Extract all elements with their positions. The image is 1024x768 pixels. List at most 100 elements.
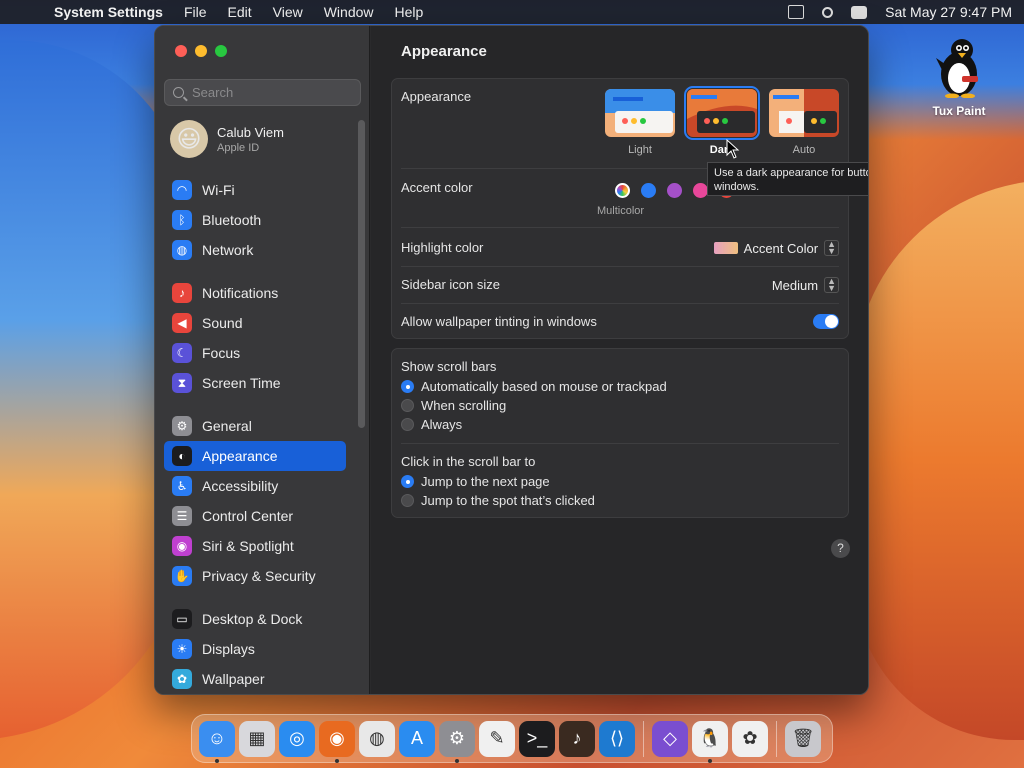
launchpad-icon[interactable]: ▦	[239, 720, 275, 757]
radio-scroll-always[interactable]: Always	[401, 417, 462, 432]
sidebar-item-label: Desktop & Dock	[202, 611, 303, 627]
sidebar-item-general[interactable]: ⚙ General	[164, 411, 346, 441]
radio-scroll-automatic[interactable]: Automatically based on mouse or trackpad	[401, 379, 667, 394]
sidebar-item-label: Bluetooth	[202, 212, 262, 228]
help-button[interactable]: ?	[831, 539, 850, 558]
sidebar-item-wallpaper[interactable]: ✿ Wallpaper	[164, 664, 346, 694]
appearance-light-option[interactable]	[605, 89, 675, 137]
radio-scroll-when-scrolling[interactable]: When scrolling	[401, 398, 506, 413]
radio-label: Jump to the spot that’s clicked	[421, 493, 595, 508]
sidebar-item-wi-fi[interactable]: ◠ Wi-Fi	[164, 175, 346, 205]
textedit-icon[interactable]: ✎	[479, 720, 515, 757]
finder-icon[interactable]: ☺	[199, 720, 235, 763]
search-input[interactable]	[192, 85, 342, 100]
sidebar-item-appearance[interactable]: ◐ Appearance	[164, 441, 346, 471]
sidebar-item-sound[interactable]: ◀ Sound	[164, 308, 346, 338]
dock-separator	[643, 720, 644, 757]
radio-jump-next-page[interactable]: Jump to the next page	[401, 474, 550, 489]
accent-pink-swatch[interactable]	[693, 183, 708, 198]
menu-window[interactable]: Window	[324, 4, 374, 20]
sidebar-icon-size-popup[interactable]: Medium ▲ ▼	[772, 277, 839, 293]
accent-purple-swatch[interactable]	[667, 183, 682, 198]
moon-icon: ☾	[172, 343, 192, 363]
control-center-icon[interactable]	[851, 5, 868, 19]
menu-bar-clock[interactable]: Sat May 27 9:47 PM	[885, 4, 1012, 20]
wallpaper-icon: ✿	[172, 669, 192, 689]
trash-icon[interactable]: 🗑	[785, 720, 821, 757]
system-settings-icon[interactable]: ⚙	[439, 720, 475, 763]
chrome-icon[interactable]: ◍	[359, 720, 395, 757]
sidebar-item-accessibility[interactable]: ♿ Accessibility	[164, 471, 346, 501]
sidebar-icon-size-value: Medium	[771, 277, 819, 293]
wallpaper-tinting-toggle[interactable]	[813, 314, 839, 329]
photos-icon[interactable]: ✿	[732, 720, 768, 757]
radio-label: Automatically based on mouse or trackpad	[421, 379, 667, 394]
sidebar-item-label: Wi-Fi	[202, 182, 235, 198]
visual-studio-icon[interactable]: ◇	[652, 720, 688, 757]
wifi-icon: ◠	[172, 180, 192, 200]
accent-blue-swatch[interactable]	[641, 183, 656, 198]
highlight-color-popup[interactable]: Accent Color ▲ ▼	[713, 240, 839, 256]
safari-icon[interactable]: ◎	[279, 720, 315, 757]
sidebar-nav: ◠ Wi-Fi ᛒ Bluetooth ◍ Network ♪ Notifications ◀ S…	[164, 175, 346, 694]
sidebar-item-label: Sound	[202, 315, 243, 331]
menu-view[interactable]: View	[273, 4, 303, 20]
sidebar-search[interactable]	[164, 79, 361, 106]
accent-multicolor-swatch[interactable]	[615, 183, 630, 198]
highlight-color-value: Accent Color	[743, 240, 819, 256]
screen-mirroring-icon[interactable]	[788, 5, 805, 19]
terminal-icon[interactable]: >_	[519, 720, 555, 757]
radio-button[interactable]	[401, 380, 414, 393]
appearance-dark-option[interactable]	[684, 86, 760, 140]
toggles-icon: ☰	[172, 506, 192, 526]
close-button[interactable]	[175, 45, 187, 57]
apple-id-profile[interactable]: 😃 Calub Viem Apple ID	[170, 120, 284, 158]
radio-button[interactable]	[401, 475, 414, 488]
sidebar-item-displays[interactable]: ☀ Displays	[164, 634, 346, 664]
divider	[401, 443, 839, 444]
radio-jump-spot-clicked[interactable]: Jump to the spot that’s clicked	[401, 493, 595, 508]
sidebar-item-siri-spotlight[interactable]: ◉ Siri & Spotlight	[164, 531, 346, 561]
sidebar-item-label: Control Center	[202, 508, 294, 524]
sidebar-item-notifications[interactable]: ♪ Notifications	[164, 278, 346, 308]
sidebar-item-label: Siri & Spotlight	[202, 538, 294, 554]
divider	[401, 227, 839, 228]
tux-paint-icon[interactable]: 🐧	[692, 720, 728, 763]
running-indicator	[708, 758, 712, 763]
radio-button[interactable]	[401, 399, 414, 412]
sidebar-item-focus[interactable]: ☾ Focus	[164, 338, 346, 368]
sidebar-item-privacy-security[interactable]: ✋ Privacy & Security	[164, 561, 346, 591]
desktop-icon-tux-paint[interactable]: Tux Paint	[924, 36, 994, 118]
appearance-auto-option[interactable]	[769, 89, 839, 137]
dock: ☺ ▦ ◎ ◉ ◍ A ⚙ ✎ >_ ♪ ⟨⟩ ◇ 🐧 ✿ 🗑	[191, 714, 833, 763]
appearance-pane: Appearance Appearance Light Dark Auto Ac…	[371, 26, 868, 694]
minimize-button[interactable]	[195, 45, 207, 57]
scroll-bar-settings-card: Show scroll bars Automatically based on …	[391, 348, 849, 518]
sidebar-item-label: Privacy & Security	[202, 568, 316, 584]
app-menu[interactable]: System Settings	[54, 4, 163, 20]
window-controls	[175, 45, 227, 57]
menu-file[interactable]: File	[184, 4, 207, 20]
sidebar-item-network[interactable]: ◍ Network	[164, 235, 346, 265]
menu-edit[interactable]: Edit	[228, 4, 252, 20]
radio-button[interactable]	[401, 418, 414, 431]
sidebar-scrollbar[interactable]	[358, 120, 365, 428]
sidebar-item-control-center[interactable]: ☰ Control Center	[164, 501, 346, 531]
sidebar-item-screen-time[interactable]: ⧗ Screen Time	[164, 368, 346, 398]
menu-help[interactable]: Help	[395, 4, 424, 20]
gear-icon: ⚙	[172, 416, 192, 436]
sidebar-item-desktop-dock[interactable]: ▭ Desktop & Dock	[164, 604, 346, 634]
wallpaper-tinting-label: Allow wallpaper tinting in windows	[401, 314, 597, 329]
radio-button[interactable]	[401, 494, 414, 507]
spotlight-search-icon[interactable]	[822, 6, 834, 18]
instruments-icon[interactable]: ♪	[559, 720, 595, 757]
radio-label: Always	[421, 417, 463, 432]
sidebar-item-bluetooth[interactable]: ᛒ Bluetooth	[164, 205, 346, 235]
zoom-button[interactable]	[215, 45, 227, 57]
vscode-icon[interactable]: ⟨⟩	[599, 720, 635, 757]
app-store-icon[interactable]: A	[399, 720, 435, 757]
divider	[401, 266, 839, 267]
running-indicator	[335, 758, 339, 763]
firefox-icon[interactable]: ◉	[319, 720, 355, 763]
sidebar-item-label: Wallpaper	[202, 671, 265, 687]
